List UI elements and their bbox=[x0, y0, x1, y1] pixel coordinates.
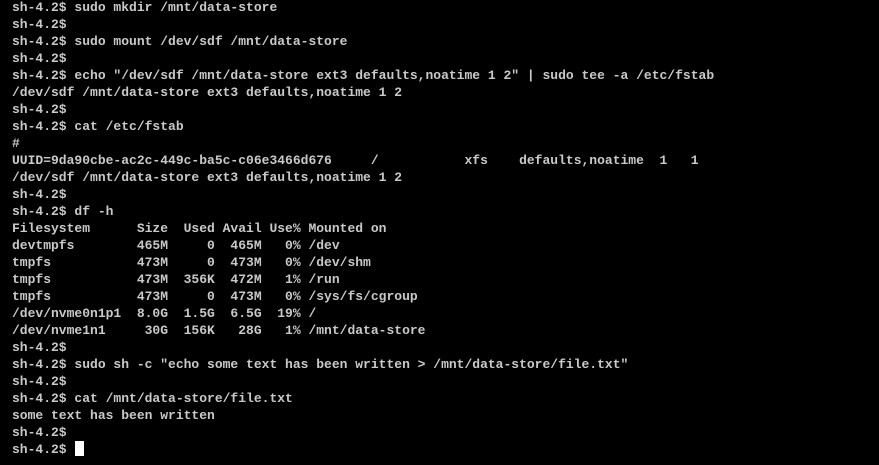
terminal-line: sh-4.2$ bbox=[12, 374, 67, 389]
terminal-line: sh-4.2$ echo "/dev/sdf /mnt/data-store e… bbox=[12, 68, 715, 83]
terminal-line: some text has been written bbox=[12, 408, 215, 423]
terminal-line: sh-4.2$ bbox=[12, 51, 67, 66]
terminal-line: sh-4.2$ cat /etc/fstab bbox=[12, 119, 184, 134]
df-header-line: Filesystem Size Used Avail Use% Mounted … bbox=[12, 221, 387, 236]
terminal-line: sh-4.2$ sudo sh -c "echo some text has b… bbox=[12, 357, 629, 372]
terminal-line: UUID=9da90cbe-ac2c-449c-ba5c-c06e3466d67… bbox=[12, 153, 699, 168]
terminal-line: sh-4.2$ bbox=[12, 17, 67, 32]
terminal-line: sh-4.2$ bbox=[12, 102, 67, 117]
df-row: /dev/nvme0n1p1 8.0G 1.5G 6.5G 19% / bbox=[12, 306, 317, 321]
terminal-line: sh-4.2$ bbox=[12, 425, 67, 440]
terminal-line: sh-4.2$ sudo mkdir /mnt/data-store bbox=[12, 0, 278, 15]
df-row: /dev/nvme1n1 30G 156K 28G 1% /mnt/data-s… bbox=[12, 323, 426, 338]
text-cursor bbox=[75, 441, 85, 456]
terminal-window[interactable]: sh-4.2$ sudo mkdir /mnt/data-store sh-4.… bbox=[0, 0, 879, 465]
df-row: tmpfs 473M 356K 472M 1% /run bbox=[12, 272, 340, 287]
df-row: tmpfs 473M 0 473M 0% /dev/shm bbox=[12, 255, 371, 270]
terminal-line: sh-4.2$ cat /mnt/data-store/file.txt bbox=[12, 391, 293, 406]
terminal-line: sh-4.2$ df -h bbox=[12, 204, 114, 219]
df-row: tmpfs 473M 0 473M 0% /sys/fs/cgroup bbox=[12, 289, 418, 304]
terminal-line: /dev/sdf /mnt/data-store ext3 defaults,n… bbox=[12, 170, 403, 185]
terminal-line: # bbox=[12, 136, 20, 151]
df-row: devtmpfs 465M 0 465M 0% /dev bbox=[12, 238, 340, 253]
terminal-line: sh-4.2$ bbox=[12, 187, 67, 202]
active-prompt-line[interactable]: sh-4.2$ bbox=[12, 441, 879, 458]
terminal-line: sh-4.2$ bbox=[12, 340, 67, 355]
terminal-line: sh-4.2$ sudo mount /dev/sdf /mnt/data-st… bbox=[12, 34, 348, 49]
terminal-line: /dev/sdf /mnt/data-store ext3 defaults,n… bbox=[12, 85, 403, 100]
active-prompt: sh-4.2$ bbox=[12, 442, 75, 457]
terminal-output: sh-4.2$ sudo mkdir /mnt/data-store sh-4.… bbox=[12, 0, 879, 458]
